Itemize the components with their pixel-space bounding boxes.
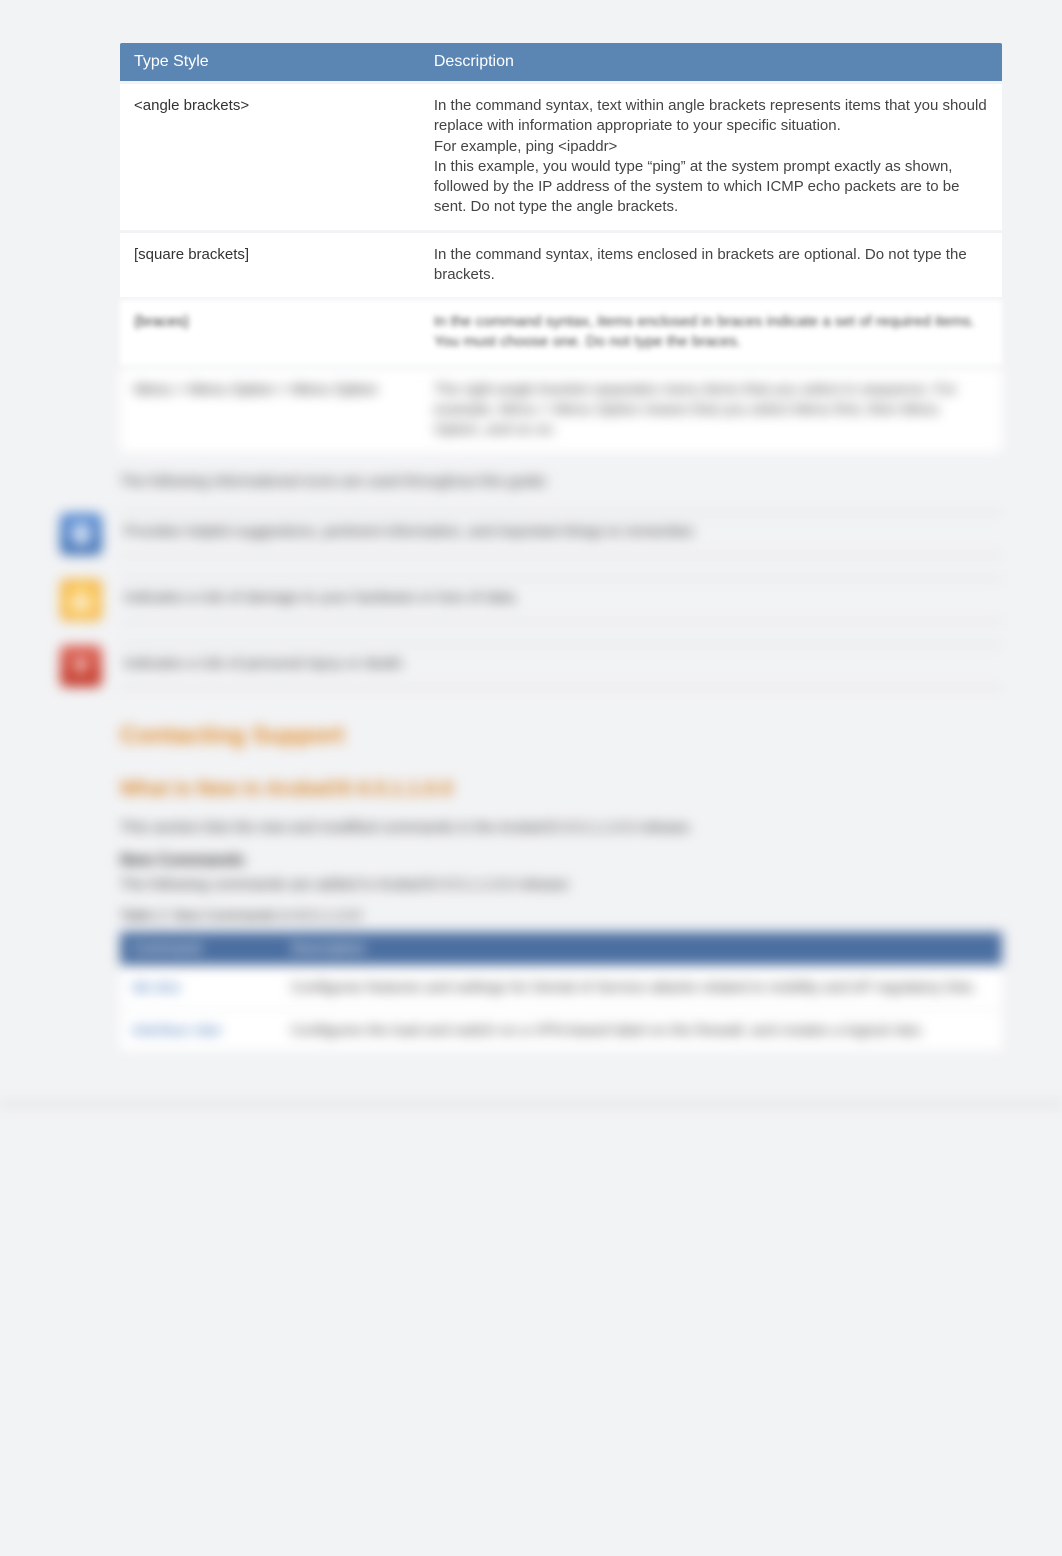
callout-danger: Indicates a risk of personal injury or d… <box>60 644 1002 688</box>
table-header-row: Command Description <box>120 932 1002 965</box>
table-caption: Table 2: New Commands in 6.5.1.1.0.0 <box>120 907 1002 923</box>
syntax-conventions-table: Type Style Description <angle brackets> … <box>120 40 1002 455</box>
blurred-section: The following informational icons are us… <box>120 473 1002 490</box>
cell-style: {braces} <box>120 300 420 365</box>
document-body: Type Style Description <angle brackets> … <box>120 40 1002 1053</box>
col-command: Command <box>120 932 279 965</box>
cell-desc: Configures features and settings for Den… <box>279 968 1002 1008</box>
table-row: [square brackets] In the command syntax,… <box>120 233 1002 298</box>
cell-desc: In the command syntax, items enclosed in… <box>420 233 1002 298</box>
callout-warning: Indicates a risk of damage to your hardw… <box>60 578 1002 622</box>
whats-new-subtext: This section lists the new and modified … <box>120 819 1002 836</box>
cell-command: interface vlan <box>120 1011 279 1051</box>
cell-desc: Configures the load and switch on a VPN-… <box>279 1011 1002 1051</box>
cell-style: <angle brackets> <box>120 84 420 230</box>
callout-note: Provides helpful suggestions, pertinent … <box>60 512 1002 556</box>
section-heading-contacting-support: Contacting Support <box>120 722 1002 750</box>
blurred-callouts: Provides helpful suggestions, pertinent … <box>120 512 1002 688</box>
table-row: ids-dos Configures features and settings… <box>120 968 1002 1008</box>
col-type-style: Type Style <box>120 43 420 81</box>
callout-text: Indicates a risk of personal injury or d… <box>120 644 1002 688</box>
cell-desc: In the command syntax, items enclosed in… <box>420 300 1002 365</box>
cell-command: ids-dos <box>120 968 279 1008</box>
new-commands-heading: New Commands <box>120 852 1002 870</box>
footer-rule <box>0 1103 1062 1105</box>
document-page: Type Style Description <angle brackets> … <box>0 0 1062 1165</box>
cell-desc: The right-angle bracket separates menu i… <box>420 368 1002 453</box>
new-commands-table: Command Description ids-dos Configures f… <box>120 929 1002 1053</box>
table-row: {braces} In the command syntax, items en… <box>120 300 1002 365</box>
section-heading-whats-new: What Is New in ArubaOS 6.5.1.1.0.0 <box>120 778 1002 801</box>
col-description: Description <box>420 43 1002 81</box>
cell-style: Menu > Menu Option > Menu Option <box>120 368 420 453</box>
cell-desc: In the command syntax, text within angle… <box>420 84 1002 230</box>
danger-icon <box>60 645 102 687</box>
icons-intro: The following informational icons are us… <box>120 473 1002 490</box>
cell-style: [square brackets] <box>120 233 420 298</box>
table-header-row: Type Style Description <box>120 43 1002 81</box>
note-icon <box>60 513 102 555</box>
blurred-sections: Contacting Support What Is New in ArubaO… <box>120 722 1002 1053</box>
table-row: Menu > Menu Option > Menu Option The rig… <box>120 368 1002 453</box>
col-description: Description <box>279 932 1002 965</box>
callout-text: Provides helpful suggestions, pertinent … <box>120 512 1002 556</box>
callout-text: Indicates a risk of damage to your hardw… <box>120 578 1002 622</box>
new-commands-subtext: The following commands are added in Arub… <box>120 876 1002 893</box>
warning-icon <box>60 579 102 621</box>
table-row: <angle brackets> In the command syntax, … <box>120 84 1002 230</box>
table-row: interface vlan Configures the load and s… <box>120 1011 1002 1051</box>
